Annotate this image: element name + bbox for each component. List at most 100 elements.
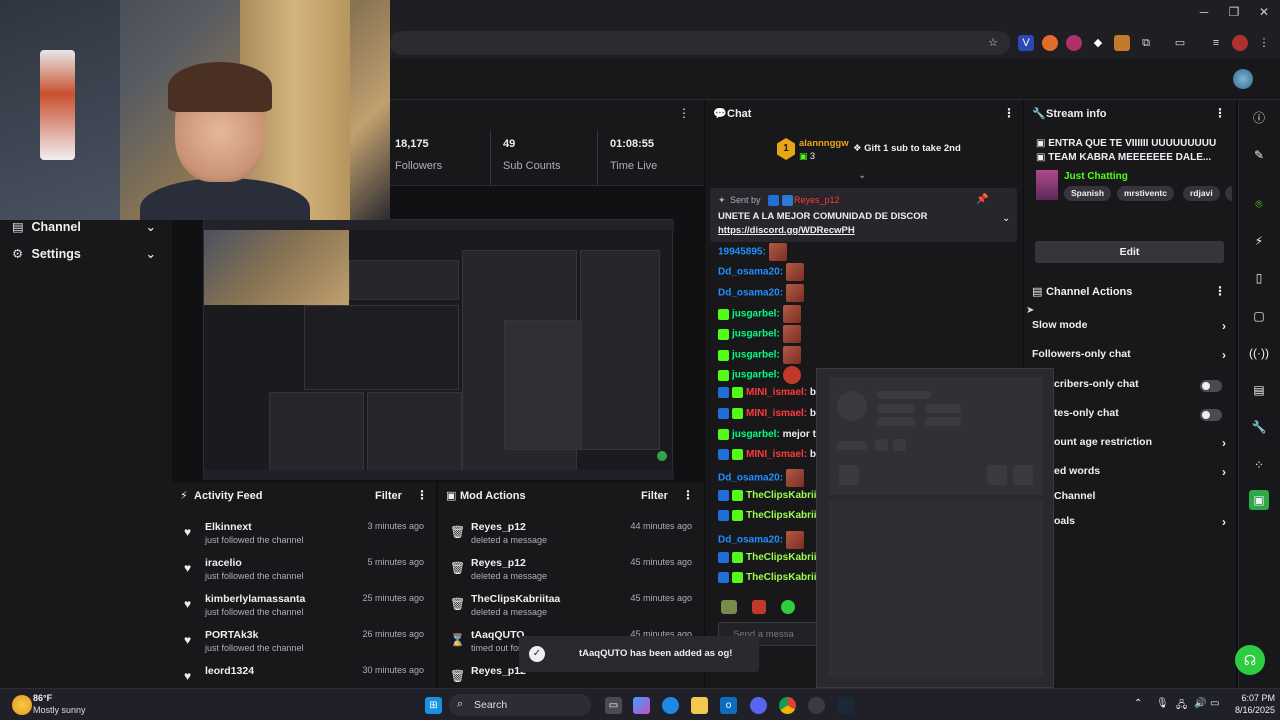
reading-list-icon[interactable]: ≡ — [1208, 35, 1224, 51]
list-item[interactable]: ♥ PORTAk3k just followed the channel 26 … — [172, 625, 434, 661]
nav-item-channel[interactable]: ▤ Channel ⌄ — [12, 219, 162, 239]
chat-message[interactable]: Dd_osama20: — [718, 469, 804, 487]
weather-desc[interactable]: Mostly sunny — [33, 705, 86, 715]
chat-message[interactable]: 19945895: — [718, 243, 787, 261]
extension-icon[interactable] — [1042, 35, 1058, 51]
document-icon[interactable]: ▯ — [1249, 268, 1269, 288]
banned-words-item[interactable]: ed words › — [1032, 465, 1232, 485]
goals-item[interactable]: oals › — [1032, 515, 1232, 535]
chat-message[interactable]: TheClipsKabriita — [718, 572, 825, 590]
extension-icon[interactable] — [1066, 35, 1082, 51]
steam-icon[interactable] — [837, 697, 854, 714]
followers-only-item[interactable]: Followers-only chat › — [1032, 348, 1232, 368]
list-item[interactable]: ♥ Elkinnext just followed the channel 3 … — [172, 517, 434, 553]
filter-button[interactable]: Filter — [375, 490, 402, 502]
chat-message[interactable]: Dd_osama20: — [718, 284, 804, 302]
battery-icon[interactable]: ▭ — [1210, 698, 1219, 709]
list-item[interactable]: 🗑 Reyes_p12 deleted a message 45 minutes… — [438, 553, 702, 589]
volume-icon[interactable]: 🔊 — [1194, 698, 1206, 709]
info-icon[interactable]: ⓘ — [1249, 108, 1269, 128]
chat-message[interactable]: TheClipsKabriita — [718, 552, 825, 570]
pencil-icon[interactable]: ✎ — [1249, 145, 1269, 165]
extension-icon[interactable]: V — [1018, 35, 1034, 51]
nav-item-settings[interactable]: ⚙ Settings ⌄ — [12, 246, 162, 266]
edit-button[interactable]: Edit — [1035, 241, 1224, 263]
slow-mode-item[interactable]: Slow mode › — [1032, 319, 1232, 339]
more-options-icon[interactable]: ⋮ — [1214, 106, 1226, 120]
more-options-icon[interactable]: ⋮ — [1214, 284, 1226, 298]
browser-menu-icon[interactable]: ⋮ — [1256, 35, 1272, 51]
list-item[interactable]: ♥ kimberlylamassanta just followed the c… — [172, 589, 434, 625]
chat-message[interactable]: TheClipsKabriita — [718, 510, 825, 528]
taskbar-search[interactable]: ⌕ Search — [449, 694, 591, 716]
sidebar-icon[interactable]: ▭ — [1172, 35, 1188, 51]
microphone-icon[interactable]: 🎙 — [1156, 698, 1169, 709]
chat-message[interactable]: jusgarbel: mejor te h — [718, 429, 830, 447]
extension-icon[interactable]: ◆ — [1090, 35, 1106, 51]
network-icon[interactable]: 🖧 — [1176, 698, 1187, 715]
chat-message[interactable]: MINI_ismael: bu — [718, 387, 822, 405]
profile-icon[interactable] — [1232, 35, 1248, 51]
windows-start-icon[interactable]: ⊞ — [425, 697, 442, 714]
wrench-icon[interactable]: 🔧 — [1249, 417, 1269, 437]
emotes-only-item[interactable]: tes-only chat — [1032, 407, 1232, 427]
pinned-author[interactable]: Reyes_p12 — [794, 195, 840, 205]
more-options-icon[interactable]: ⋮ — [682, 488, 694, 502]
bookmark-star-icon[interactable]: ☆ — [985, 35, 1001, 51]
category-name[interactable]: Just Chatting — [1064, 171, 1128, 182]
chat-message[interactable]: jusgarbel: — [718, 325, 801, 343]
maximize-icon[interactable]: ❐ — [1224, 5, 1244, 23]
chat-icon[interactable]: ▢ — [1249, 306, 1269, 326]
copilot-icon[interactable] — [633, 697, 650, 714]
edge-icon[interactable] — [662, 697, 679, 714]
tag[interactable]: rdjavi — [1183, 186, 1220, 201]
subscribers-only-item[interactable]: cribers-only chat — [1032, 378, 1232, 398]
task-view-icon[interactable]: ▭ — [605, 697, 622, 714]
toggle-switch[interactable] — [1200, 380, 1222, 392]
toggle-switch[interactable] — [1200, 409, 1222, 421]
extension-icon[interactable] — [1114, 35, 1130, 51]
discord-icon[interactable] — [750, 697, 767, 714]
pinned-link[interactable]: https://discord.gg/WDRecwPH — [718, 225, 855, 236]
address-bar[interactable] — [390, 31, 1010, 55]
support-headset-icon[interactable]: ☊ — [1235, 645, 1265, 675]
emote-quick-2[interactable] — [752, 600, 766, 614]
kick-app-icon[interactable]: ▣ — [1249, 490, 1269, 510]
chat-message[interactable]: MINI_ismael: bu — [718, 408, 822, 426]
weather-temp[interactable]: 86°F — [33, 693, 52, 703]
gift-sub-cta[interactable]: ❖ Gift 1 sub to take 2nd — [853, 143, 961, 154]
more-options-icon[interactable]: ⋮ — [678, 106, 690, 120]
chat-message[interactable]: TheClipsKabriita — [718, 490, 825, 508]
clock-time[interactable]: 6:07 PM — [1233, 693, 1275, 703]
camera-icon[interactable]: ⌾ — [1249, 194, 1269, 214]
emote-quick-1[interactable] — [721, 600, 737, 614]
tag[interactable]: Spanish — [1064, 186, 1112, 201]
broadcast-icon[interactable]: ((·)) — [1249, 343, 1269, 363]
clock-date[interactable]: 8/16/2025 — [1225, 705, 1275, 715]
more-options-icon[interactable]: ⋮ — [416, 488, 428, 502]
account-age-item[interactable]: ount age restriction › — [1032, 436, 1232, 456]
list-item[interactable]: 🗑 TheClipsKabriitaa deleted a message 45… — [438, 589, 702, 625]
obs-icon[interactable] — [808, 697, 825, 714]
extensions-puzzle-icon[interactable]: ⧉ — [1138, 35, 1154, 51]
chat-message[interactable]: jusgarbel: — [718, 305, 801, 323]
apps-icon[interactable]: ⁘ — [1249, 455, 1269, 475]
chat-message[interactable]: jusgarbel: — [718, 346, 801, 364]
close-window-icon[interactable]: ✕ — [1254, 5, 1274, 23]
tag[interactable]: mrstiventc — [1117, 186, 1174, 201]
more-options-icon[interactable]: ⋮ — [1003, 106, 1015, 120]
chevron-down-icon[interactable]: ⌄ — [858, 170, 866, 181]
outlook-icon[interactable]: o — [720, 697, 737, 714]
layout-icon[interactable]: ▤ — [1249, 380, 1269, 400]
minimize-icon[interactable]: ─ — [1194, 5, 1214, 23]
weather-icon[interactable] — [12, 695, 32, 715]
list-item[interactable]: 🗑 Reyes_p12 deleted a message 44 minutes… — [438, 517, 702, 553]
filter-button[interactable]: Filter — [641, 490, 668, 502]
chevron-up-icon[interactable]: ⌃ — [1134, 698, 1142, 709]
chat-message[interactable]: jusgarbel: — [718, 366, 801, 384]
pin-icon[interactable]: 📌 — [976, 194, 988, 205]
chat-message[interactable]: MINI_ismael: bu — [718, 449, 822, 467]
chat-message[interactable]: Dd_osama20: — [718, 263, 804, 281]
file-explorer-icon[interactable] — [691, 697, 708, 714]
channel-item[interactable]: Channel — [1032, 490, 1232, 510]
